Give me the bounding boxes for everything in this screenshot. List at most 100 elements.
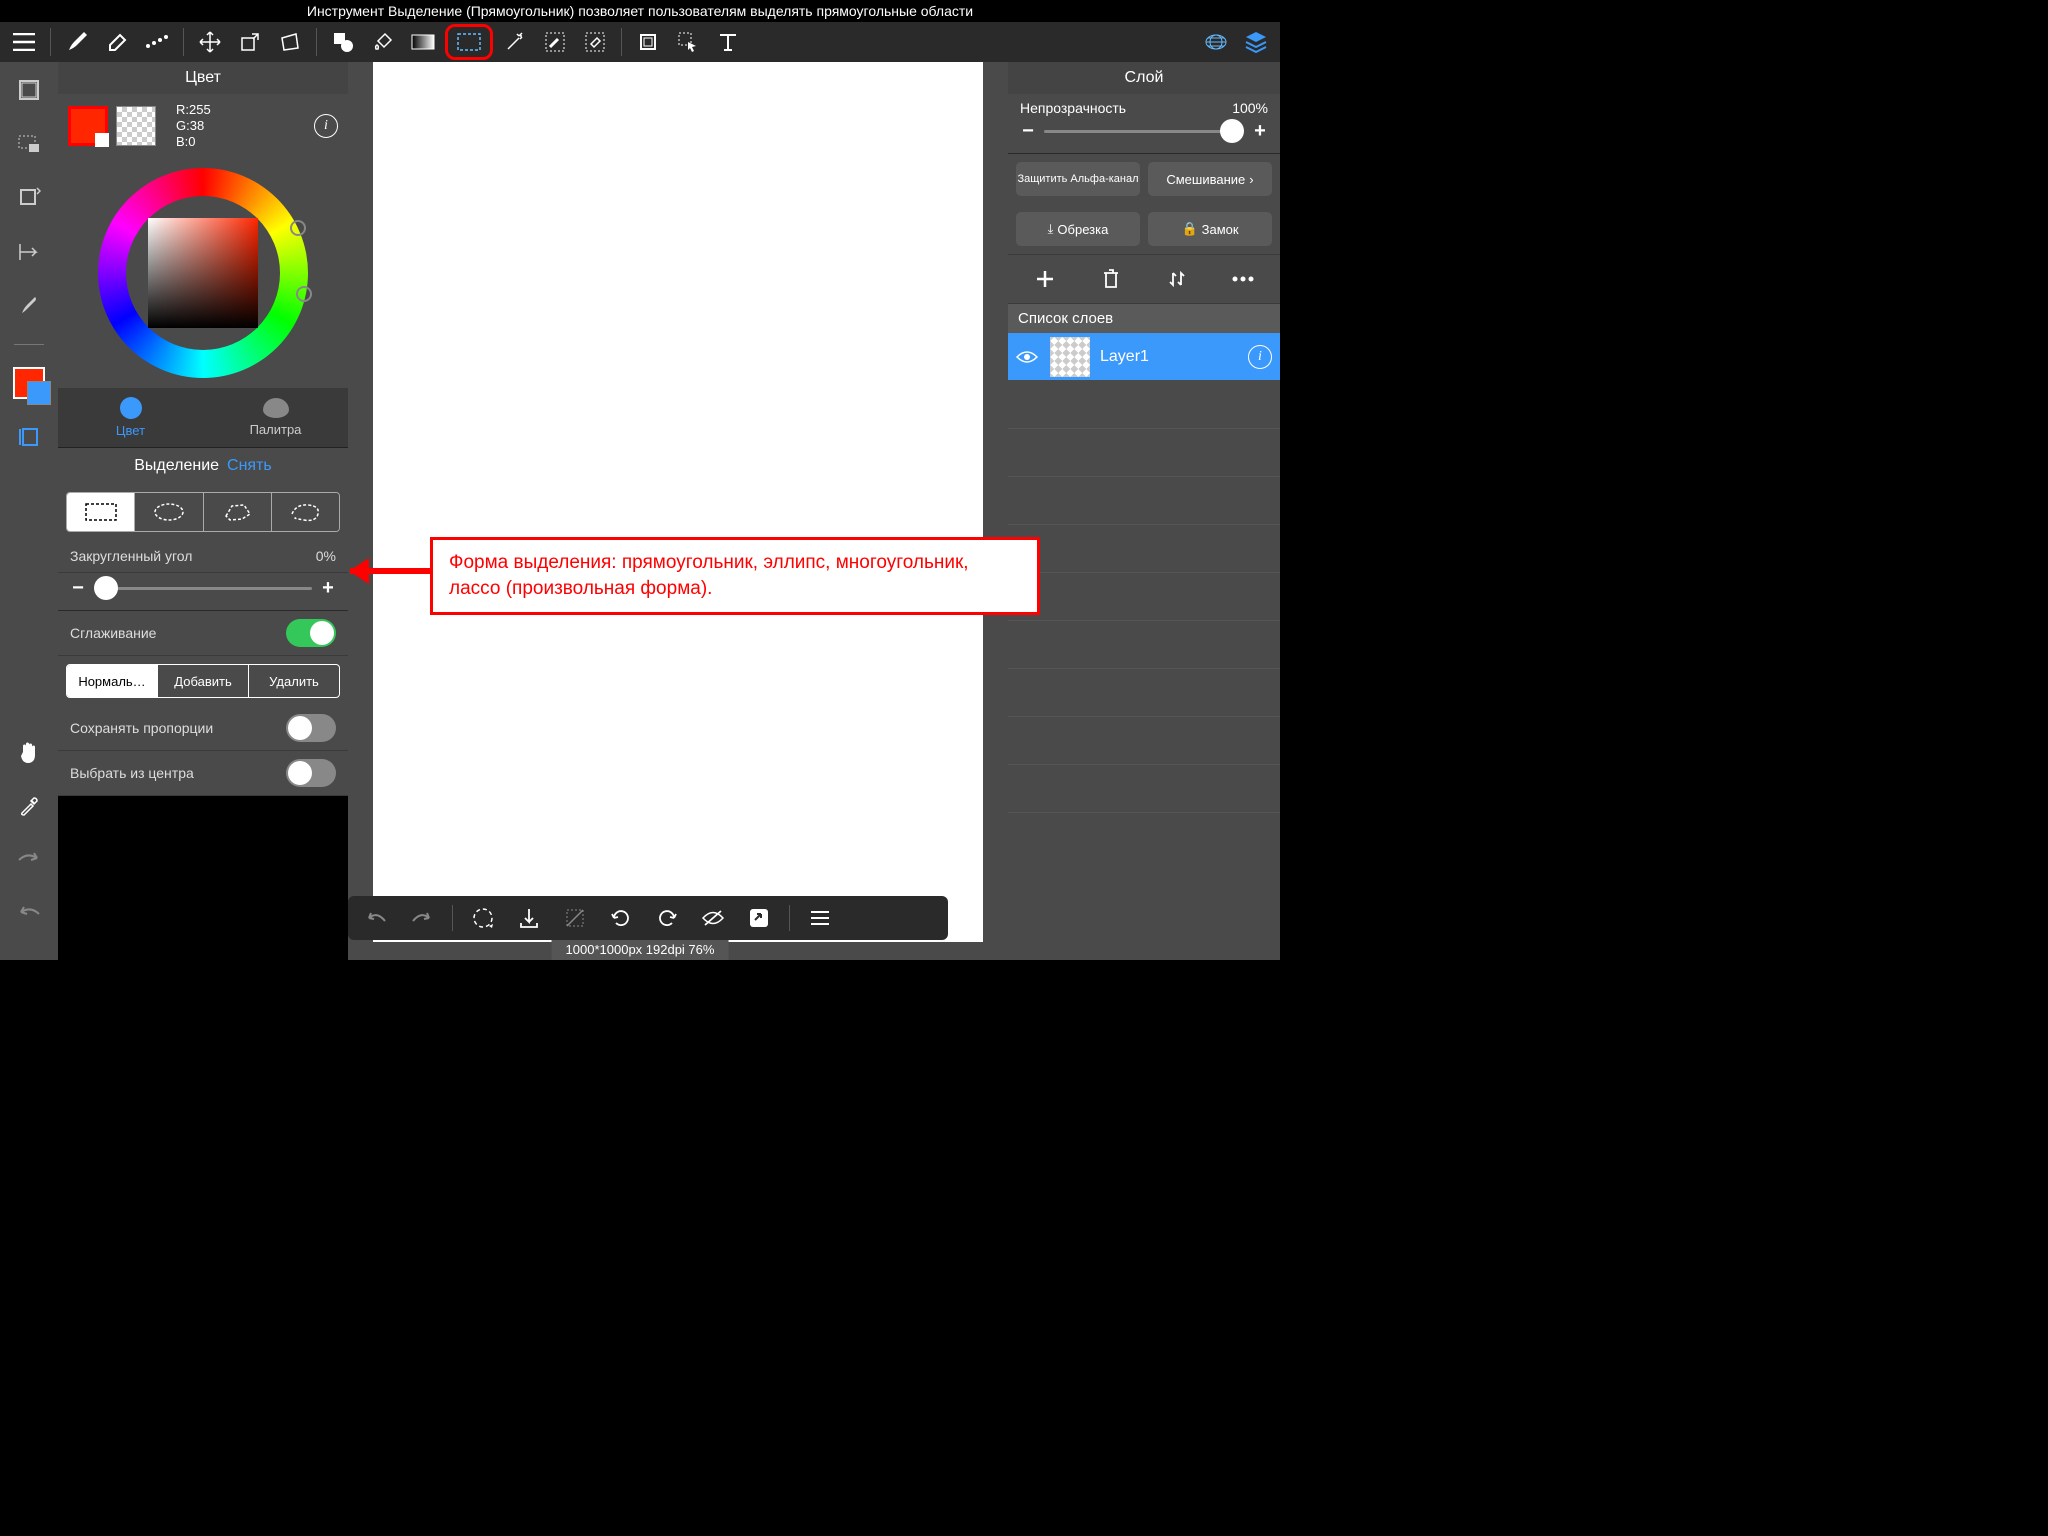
- fill-tool[interactable]: [365, 24, 401, 60]
- layer-slot: [1008, 717, 1280, 765]
- layer-slot: [1008, 429, 1280, 477]
- transform-tool[interactable]: [232, 24, 268, 60]
- redo-action[interactable]: [402, 900, 442, 936]
- add-layer-button[interactable]: [1029, 263, 1061, 295]
- status-bar: 1000*1000px 192dpi 76%: [552, 940, 729, 960]
- layer-info-icon[interactable]: i: [1248, 345, 1272, 369]
- from-center-toggle[interactable]: [286, 759, 336, 787]
- eraser-tool[interactable]: [99, 24, 135, 60]
- redo-button[interactable]: [11, 842, 47, 878]
- delete-layer-button[interactable]: [1095, 263, 1127, 295]
- tab-palette[interactable]: Палитра: [203, 388, 348, 447]
- flip-tool[interactable]: [11, 234, 47, 270]
- opacity-row: Непрозрачность 100%: [1008, 94, 1280, 116]
- layer-thumbnail: [1050, 337, 1090, 377]
- bottom-toolbar: [348, 896, 948, 940]
- text-tool[interactable]: [710, 24, 746, 60]
- layer-slot: [1008, 669, 1280, 717]
- from-center-row: Выбрать из центра: [58, 751, 348, 796]
- side-toolbar: [0, 62, 58, 960]
- hand-tool[interactable]: [11, 734, 47, 770]
- annotation-arrow: [350, 568, 440, 574]
- selection-move-tool[interactable]: [670, 24, 706, 60]
- undo-button[interactable]: [11, 896, 47, 932]
- rounded-corner-label: Закругленный угол 0%: [58, 540, 348, 573]
- keep-ratio-toggle[interactable]: [286, 714, 336, 742]
- eyedropper-tool[interactable]: [11, 788, 47, 824]
- protect-alpha-button[interactable]: Защитить Альфа-канал: [1016, 162, 1140, 196]
- layers-panel-toggle[interactable]: [1238, 24, 1274, 60]
- blend-button[interactable]: Смешивание›: [1148, 162, 1272, 196]
- lock-icon: 🔒: [1181, 221, 1197, 237]
- layer-row[interactable]: Layer1 i: [1008, 333, 1280, 381]
- undo-action[interactable]: [356, 900, 396, 936]
- shape-lasso[interactable]: [272, 493, 339, 531]
- rotate-tool[interactable]: [11, 180, 47, 216]
- menu-button[interactable]: [6, 24, 42, 60]
- layer-slot: [1008, 525, 1280, 573]
- visibility-icon[interactable]: [1016, 350, 1040, 364]
- layer-slot: [1008, 765, 1280, 813]
- selection-tool[interactable]: [445, 24, 493, 60]
- save-action[interactable]: [509, 900, 549, 936]
- selection-eraser-tool[interactable]: [577, 24, 613, 60]
- shape-tool[interactable]: [325, 24, 361, 60]
- selection-brush-tool[interactable]: [537, 24, 573, 60]
- reorder-layer-button[interactable]: [1161, 263, 1193, 295]
- primary-color-swatch[interactable]: [68, 106, 108, 146]
- brush-side-tool[interactable]: [11, 288, 47, 324]
- rounded-corner-slider[interactable]: −+: [58, 573, 348, 611]
- hide-action[interactable]: [693, 900, 733, 936]
- mode-add[interactable]: Добавить: [158, 665, 249, 697]
- layer-slot: [1008, 621, 1280, 669]
- layer-slot: [1008, 381, 1280, 429]
- canvas[interactable]: [373, 62, 983, 942]
- bottom-menu-button[interactable]: [800, 900, 840, 936]
- tool-hint: Инструмент Выделение (Прямоугольник) поз…: [0, 0, 1280, 22]
- deselect-action[interactable]: [555, 900, 595, 936]
- tab-color[interactable]: Цвет: [58, 388, 203, 447]
- distort-tool[interactable]: [272, 24, 308, 60]
- layer-slot: [1008, 477, 1280, 525]
- shape-rectangle[interactable]: [67, 493, 135, 531]
- shape-ellipse[interactable]: [135, 493, 203, 531]
- gradient-tool[interactable]: [405, 24, 441, 60]
- brush-tool[interactable]: [59, 24, 95, 60]
- fullscreen-action[interactable]: [739, 900, 779, 936]
- materials-panel-toggle[interactable]: [1198, 24, 1234, 60]
- reference-toggle[interactable]: [11, 419, 47, 455]
- layer-list-header: Список слоев: [1008, 304, 1280, 333]
- color-wheel[interactable]: [58, 158, 348, 388]
- clear-selection-button[interactable]: Снять: [227, 457, 272, 475]
- color-swatch[interactable]: [11, 365, 47, 401]
- rotate-ccw-action[interactable]: [601, 900, 641, 936]
- selection-shape-group: [66, 492, 340, 532]
- more-layer-button[interactable]: [1227, 263, 1259, 295]
- mode-normal[interactable]: Нормаль…: [67, 665, 158, 697]
- antialias-toggle[interactable]: [286, 619, 336, 647]
- layer-name: Layer1: [1100, 348, 1149, 366]
- secondary-color-swatch[interactable]: [116, 106, 156, 146]
- mode-remove[interactable]: Удалить: [249, 665, 339, 697]
- opacity-slider[interactable]: −+: [1008, 116, 1280, 154]
- selection-header: Выделение Снять: [58, 448, 348, 484]
- info-icon[interactable]: i: [314, 114, 338, 138]
- rotate-action[interactable]: [463, 900, 503, 936]
- layer-panel: Слой Непрозрачность 100% −+ Защитить Аль…: [1008, 62, 1280, 960]
- lock-button[interactable]: 🔒Замок: [1148, 212, 1272, 246]
- layer-panel-title: Слой: [1008, 62, 1280, 94]
- color-panel: Цвет R:255 G:38 B:0 i Цвет Палитра Выдел…: [58, 62, 348, 796]
- shape-polygon[interactable]: [204, 493, 272, 531]
- keep-ratio-row: Сохранять пропорции: [58, 706, 348, 751]
- rotate-cw-action[interactable]: [647, 900, 687, 936]
- frame-tool[interactable]: [11, 72, 47, 108]
- move-tool[interactable]: [192, 24, 228, 60]
- layer-slot: [1008, 573, 1280, 621]
- crop-button[interactable]: ⤓Обрезка: [1016, 212, 1140, 246]
- dotted-brush-tool[interactable]: [139, 24, 175, 60]
- magic-wand-tool[interactable]: [497, 24, 533, 60]
- selection-layer-tool[interactable]: [11, 126, 47, 162]
- crop-tool[interactable]: [630, 24, 666, 60]
- rgb-readout: R:255 G:38 B:0: [176, 102, 211, 150]
- canvas-area[interactable]: [348, 62, 1008, 960]
